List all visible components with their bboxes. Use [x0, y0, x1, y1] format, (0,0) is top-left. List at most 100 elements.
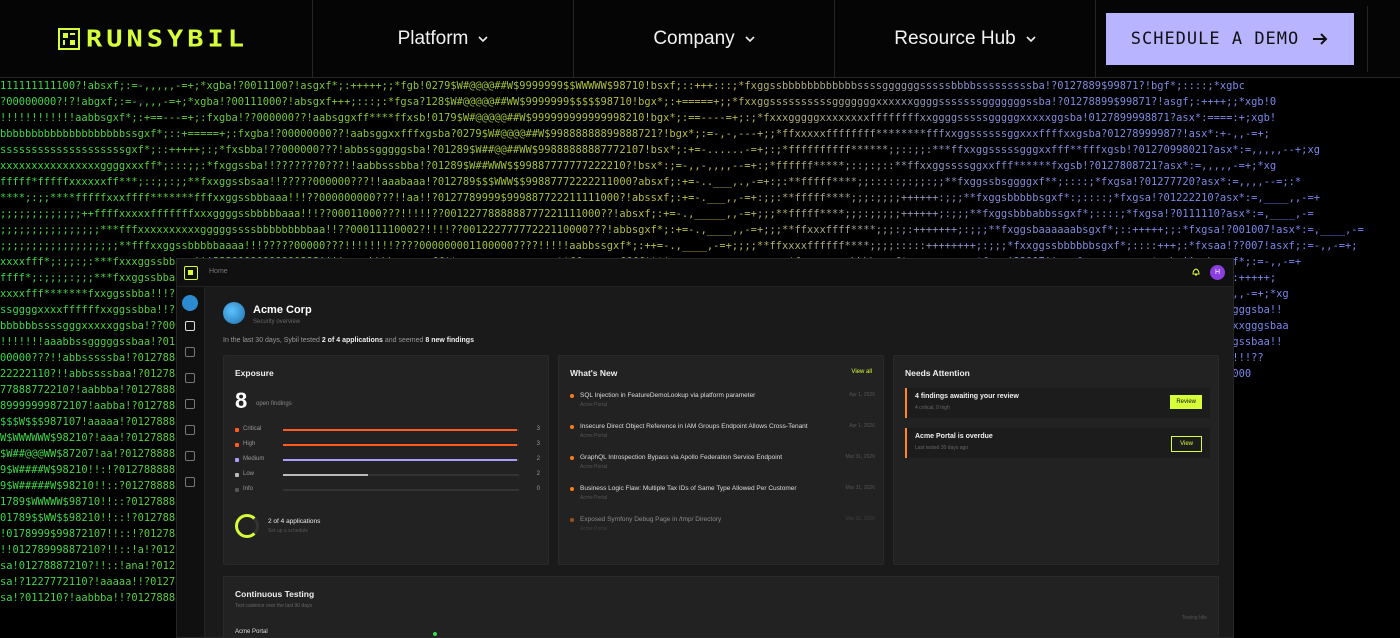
- attention-sub: 4 critical, 0 high: [915, 405, 950, 411]
- top-nav: RUNSYBIL Platform Company Resource Hub S…: [0, 0, 1400, 78]
- news-item[interactable]: Business Logic Flaw: Multiple Tax IDs of…: [570, 485, 875, 509]
- coverage-ring: [235, 514, 259, 538]
- nav-company-label: Company: [653, 28, 735, 49]
- severity-row: High 3: [235, 441, 540, 451]
- logo-cell: RUNSYBIL: [0, 0, 313, 78]
- chevron-down-icon: [478, 36, 488, 43]
- news-date: Mar 31, 2026: [845, 516, 875, 522]
- divider: [1367, 6, 1368, 72]
- news-title: Business Logic Flaw: Multiple Tax IDs of…: [580, 485, 797, 492]
- severity-bar-fill: [283, 444, 517, 446]
- severity-count: 3: [536, 426, 540, 432]
- exposure-total: 8: [235, 388, 248, 413]
- org-subtitle: Security overview: [253, 319, 301, 325]
- schedule-demo-button[interactable]: SCHEDULE A DEMO: [1106, 13, 1354, 65]
- runsybil-logo[interactable]: RUNSYBIL: [58, 24, 248, 55]
- news-item[interactable]: Exposed Symfony Debug Page in /tmp/ Dire…: [570, 516, 875, 540]
- chevron-down-icon: [1026, 36, 1036, 43]
- new-indicator-dot: [570, 394, 574, 398]
- news-item[interactable]: SQL Injection in FeatureDemoLookup via p…: [570, 392, 875, 416]
- severity-row: Low 2: [235, 471, 540, 481]
- whats-new-card: What's New View all SQL Injection in Fea…: [558, 355, 884, 565]
- nav-resource-hub[interactable]: Resource Hub: [835, 0, 1096, 78]
- news-sub: Acme Portal: [580, 526, 608, 532]
- severity-bar-track: [283, 489, 519, 491]
- news-title: GraphQL Introspection Bypass via Apollo …: [580, 454, 783, 461]
- attention-title: 4 findings awaiting your review: [915, 393, 1019, 400]
- new-indicator-dot: [570, 487, 574, 491]
- attention-sub: Last tested 30 days ago: [915, 445, 969, 451]
- document-icon: [185, 451, 195, 461]
- view-all-link[interactable]: View all: [851, 369, 872, 375]
- summary-mid: and seemed: [384, 337, 424, 344]
- severity-name: Medium: [243, 456, 265, 462]
- nav-platform-label: Platform: [397, 28, 469, 49]
- needs-attention-title: Needs Attention: [905, 368, 970, 378]
- continuous-testing-card: Continuous Testing Test cadence over the…: [223, 576, 1219, 637]
- needs-attention-card: Needs Attention 4 findings awaiting your…: [893, 355, 1219, 565]
- news-item[interactable]: GraphQL Introspection Bypass via Apollo …: [570, 454, 875, 478]
- ascii-row: ;;;;;;;;;;;;;;;;***fffxxxxxxxxxxgggggsss…: [0, 222, 1400, 238]
- app-logo-icon: [184, 266, 198, 280]
- breadcrumb: Home: [209, 268, 228, 275]
- severity-name: Critical: [243, 426, 262, 432]
- home-icon: [185, 321, 195, 331]
- continuous-testing-title: Continuous Testing: [235, 589, 315, 599]
- cta-cell: SCHEDULE A DEMO: [1096, 0, 1400, 78]
- severity-name: High: [243, 441, 256, 447]
- view-button[interactable]: View: [1171, 436, 1202, 452]
- exposure-total-label: open findings: [256, 401, 292, 407]
- ascii-row: 111111111100?!absxf;:=-,,,,,-=+;*xgba!?0…: [0, 78, 1400, 94]
- ascii-row: ssssssssssssssssssssgxf*;::+++++;:;*fxsb…: [0, 142, 1400, 158]
- summary-findings: 8 new findings: [425, 337, 474, 344]
- ascii-row: fffff*fffffxxxxxxff***;::;;:;;**fxxggssb…: [0, 174, 1400, 190]
- org-avatar: [182, 295, 198, 311]
- status-dot: [433, 632, 437, 636]
- severity-dot: [235, 443, 239, 447]
- news-sub: Acme Portal: [580, 495, 608, 501]
- logo-icon: [58, 28, 80, 50]
- continuous-testing-row: Acme Portal: [235, 629, 268, 635]
- news-date: Mar 31, 2026: [845, 454, 875, 460]
- severity-name: Info: [243, 486, 254, 492]
- severity-count: 0: [536, 486, 540, 492]
- severity-dot: [235, 458, 239, 462]
- severity-bar-track: [283, 474, 519, 476]
- severity-count: 2: [536, 471, 540, 477]
- severity-count: 2: [536, 456, 540, 462]
- summary-line: In the last 30 days, Sybil tested 2 of 4…: [223, 337, 474, 344]
- severity-bar-track: [283, 459, 519, 461]
- org-name: Acme Corp: [253, 304, 312, 316]
- severity-row: Medium 2: [235, 456, 540, 466]
- attention-item: 4 findings awaiting your review 4 critic…: [905, 388, 1210, 418]
- shield-icon: [185, 373, 195, 383]
- ascii-row: ;;;;;;;;;;;;;++ffffxxxxxfffffffxxxggggss…: [0, 206, 1400, 222]
- arrow-right-icon: [1313, 33, 1328, 45]
- review-button[interactable]: Review: [1170, 395, 1202, 409]
- bell-icon: [1192, 268, 1200, 276]
- news-item[interactable]: Insecure Direct Object Reference in IAM …: [570, 423, 875, 447]
- severity-bar-track: [283, 444, 519, 446]
- continuous-testing-sub: Test cadence over the last 90 days: [235, 603, 312, 609]
- news-sub: Acme Portal: [580, 464, 608, 470]
- nav-platform[interactable]: Platform: [313, 0, 574, 78]
- summary-prefix: In the last 30 days, Sybil tested: [223, 337, 320, 344]
- news-title: SQL Injection in FeatureDemoLookup via p…: [580, 392, 756, 399]
- nav-company[interactable]: Company: [574, 0, 835, 78]
- coverage-sub: Set up a schedule: [268, 528, 309, 534]
- severity-bar-fill: [283, 429, 517, 431]
- news-date: Mar 31, 2026: [845, 485, 875, 491]
- ascii-row: bbbbbbbbbbbbbbbbbbbbssgxf*;::+=====+;:fx…: [0, 126, 1400, 142]
- exposure-title: Exposure: [235, 368, 274, 378]
- news-sub: Acme Portal: [580, 433, 608, 439]
- news-sub: Acme Portal: [580, 402, 608, 408]
- avatar-initial: H: [1214, 269, 1221, 276]
- severity-dot: [235, 428, 239, 432]
- new-indicator-dot: [570, 425, 574, 429]
- app-main: Acme Corp Security overview In the last …: [205, 287, 1233, 637]
- severity-row: Info 0: [235, 486, 540, 496]
- whats-new-title: What's New: [570, 368, 618, 378]
- upload-icon: [185, 425, 195, 435]
- app-sidebar: [177, 287, 205, 637]
- apps-icon: [185, 347, 195, 357]
